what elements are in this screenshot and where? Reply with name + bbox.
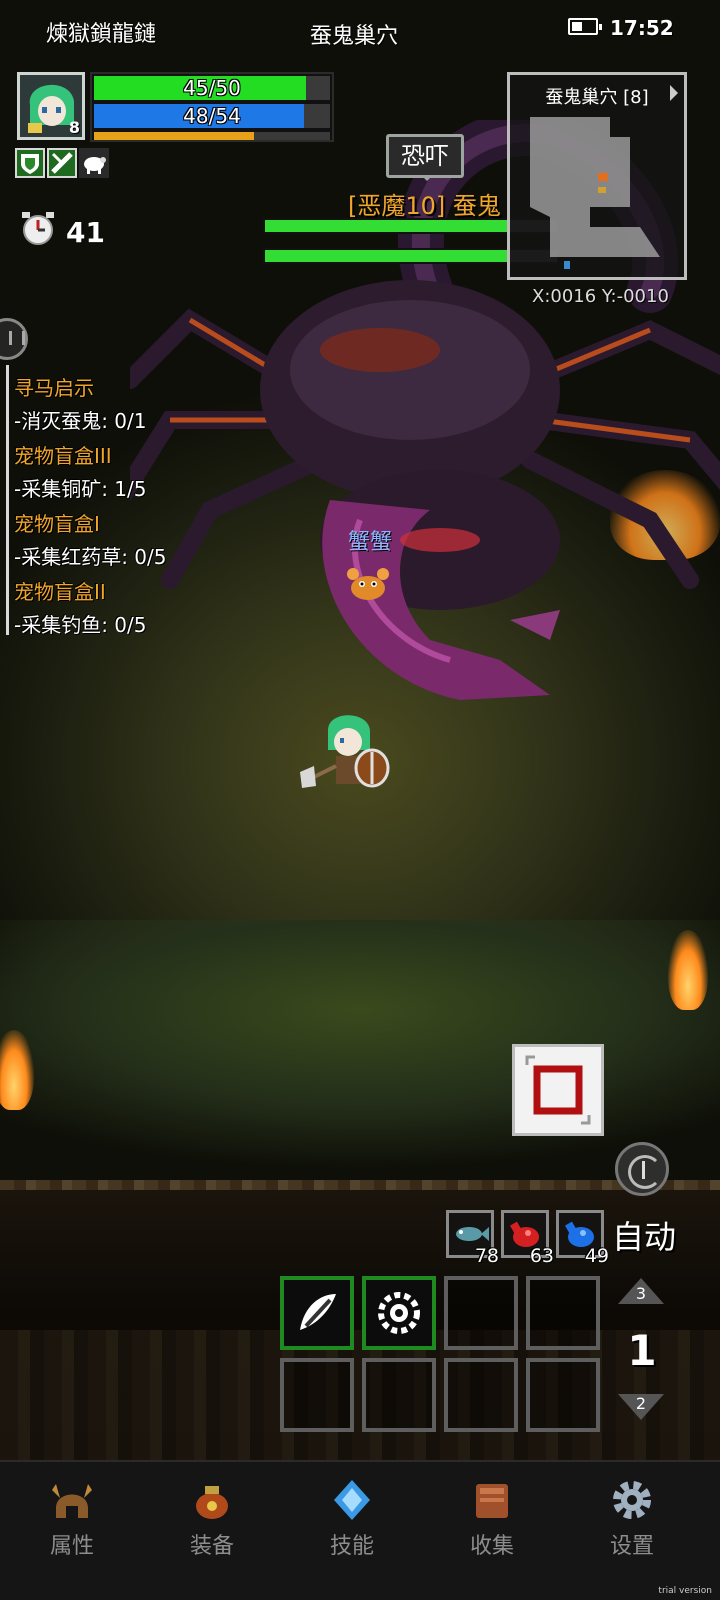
crop-icon <box>525 1055 591 1125</box>
helmet-icon <box>52 1484 92 1518</box>
buff-shield[interactable] <box>15 148 45 178</box>
quest-divider <box>6 365 9 635</box>
enemy-name: [恶魔10] 蚕鬼 <box>348 192 501 220</box>
nav-label: 装备 <box>189 1534 234 1559</box>
blue-potion-count: 49 <box>584 1245 609 1267</box>
shield-buff-icon <box>21 154 39 174</box>
slash-skill-icon <box>300 1294 336 1330</box>
target-lock-button[interactable] <box>512 1044 604 1136</box>
player-stat-bars: 45/50 48/54 <box>90 72 334 142</box>
enemy-shield-bar-fill <box>265 250 511 262</box>
timer-value: 41 <box>66 216 105 249</box>
player-portrait[interactable]: 8 <box>17 72 85 140</box>
gear-skill-icon <box>378 1292 420 1334</box>
xp-bar <box>94 132 330 140</box>
enemy-skill-popup: 恐吓 <box>386 134 464 181</box>
skill-slot[interactable] <box>362 1276 436 1350</box>
battery-icon <box>568 18 602 35</box>
page-down-number: 2 <box>635 1394 647 1413</box>
page-up-number: 3 <box>635 1284 647 1303</box>
red-potion-slot[interactable]: 63 <box>501 1210 554 1267</box>
nav-label: 设置 <box>609 1534 654 1559</box>
player-level: 8 <box>68 118 80 137</box>
sheep-buff-icon <box>84 157 106 174</box>
alarm-clock-icon <box>22 212 54 245</box>
hp-text: 45/50 <box>183 76 241 100</box>
player-coordinates: X:0016 Y:-0010 <box>532 286 669 307</box>
app-title: 煉獄鎖龍鏈 <box>46 22 157 47</box>
buff-mount[interactable] <box>79 148 109 178</box>
xp-bar-fill <box>94 132 255 140</box>
nav-collection[interactable]: 收集 <box>442 1478 542 1560</box>
quest-objective: -采集红药草: 0/5 <box>14 545 167 569</box>
mp-bar: 48/54 <box>94 104 330 128</box>
minimap-layout <box>530 117 660 269</box>
quest-objective: -采集钓鱼: 0/5 <box>14 613 147 637</box>
nav-label: 技能 <box>329 1534 374 1559</box>
crab-pet-sprite[interactable] <box>345 562 391 606</box>
skill-page-up-button[interactable]: 3 <box>618 1278 664 1308</box>
quest-objective: -采集铜矿: 1/5 <box>14 477 147 501</box>
skill-slot-empty[interactable] <box>444 1358 518 1432</box>
torch-fire-right <box>668 930 708 1010</box>
fish-count: 78 <box>474 1245 499 1267</box>
nav-label: 收集 <box>469 1534 514 1559</box>
skill-slot[interactable] <box>280 1276 354 1350</box>
bag-icon <box>196 1486 228 1519</box>
skill-slot-empty[interactable] <box>362 1358 436 1432</box>
skill-slot-empty[interactable] <box>280 1358 354 1432</box>
mp-text: 48/54 <box>183 104 241 128</box>
quest-objective: -消灭蚕鬼: 0/1 <box>14 409 147 433</box>
nav-label: 属性 <box>49 1534 94 1559</box>
skill-slot-empty[interactable] <box>444 1276 518 1350</box>
book-icon <box>476 1484 508 1518</box>
attack-buff-icon <box>51 152 73 174</box>
nav-skills[interactable]: 技能 <box>302 1478 402 1560</box>
minimap-expand-icon[interactable] <box>670 85 678 101</box>
minimap[interactable]: 蚕鬼巢穴 [8] <box>507 72 687 280</box>
quest-title[interactable]: 宠物盲盒III <box>14 440 112 469</box>
switch-target-button[interactable] <box>615 1142 669 1196</box>
quest-title[interactable]: 宠物盲盒I <box>14 508 100 537</box>
skill-slot-empty[interactable] <box>526 1276 600 1350</box>
crystal-icon <box>334 1480 370 1520</box>
gear-icon <box>613 1481 651 1519</box>
moss-ground <box>0 920 720 1190</box>
bottom-navigation: 属性 装备 技能 收集 设置 <box>0 1460 720 1600</box>
blue-potion-slot[interactable]: 49 <box>556 1210 609 1267</box>
skill-slot-empty[interactable] <box>526 1358 600 1432</box>
quest-title[interactable]: 寻马启示 <box>14 372 94 401</box>
pet-name: 蟹蟹 <box>348 530 393 555</box>
buff-attack[interactable] <box>47 148 77 178</box>
skill-page-down-button[interactable]: 2 <box>618 1394 664 1424</box>
player-character-sprite[interactable] <box>300 710 400 800</box>
fish-slot[interactable]: 78 <box>446 1210 499 1267</box>
trial-watermark: trial version <box>658 1586 712 1596</box>
enemy-hp-bar-fill <box>265 220 511 232</box>
location-name: 蚕鬼巢穴 <box>310 24 399 49</box>
hp-bar: 45/50 <box>94 76 330 100</box>
auto-battle-button[interactable]: 自动 <box>612 1212 676 1258</box>
nav-equipment[interactable]: 装备 <box>162 1478 262 1560</box>
nav-attributes[interactable]: 属性 <box>22 1478 122 1560</box>
minimap-title: 蚕鬼巢穴 [8] <box>545 87 649 108</box>
skill-page-current: 1 <box>627 1326 657 1375</box>
quest-title[interactable]: 宠物盲盒II <box>14 576 106 605</box>
nav-settings[interactable]: 设置 <box>582 1478 682 1560</box>
red-potion-count: 63 <box>529 1245 554 1267</box>
clock-time: 17:52 <box>610 16 674 40</box>
